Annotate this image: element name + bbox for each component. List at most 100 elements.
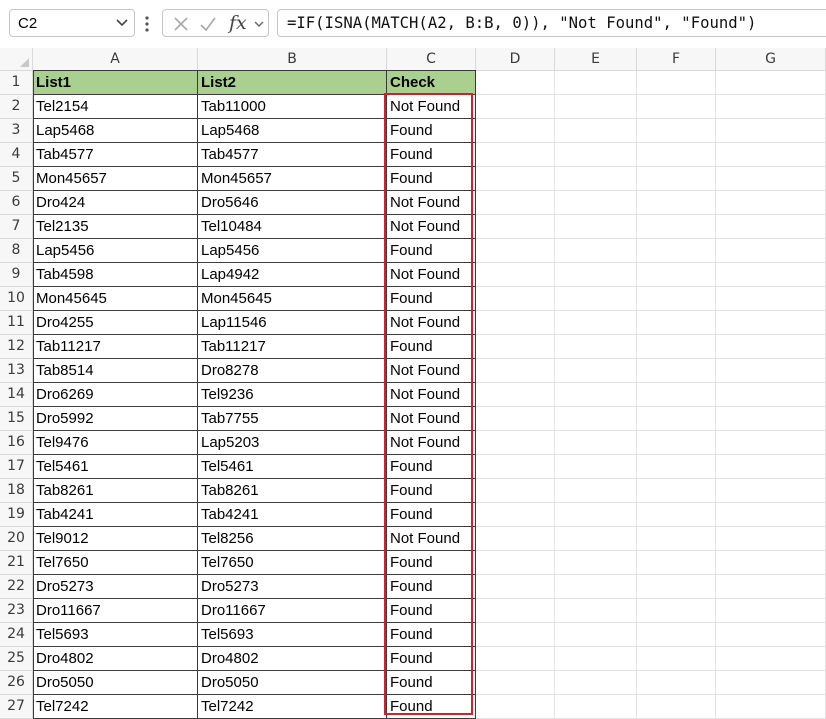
cell-b[interactable]: Mon45645: [198, 287, 387, 311]
empty-cell[interactable]: [476, 647, 555, 671]
empty-cell[interactable]: [716, 575, 826, 599]
cell-a[interactable]: Lap5456: [33, 239, 198, 263]
row-header[interactable]: 19: [0, 503, 33, 527]
empty-cell[interactable]: [476, 503, 555, 527]
empty-cell[interactable]: [555, 431, 637, 455]
empty-cell[interactable]: [476, 335, 555, 359]
empty-cell[interactable]: [476, 287, 555, 311]
empty-cell[interactable]: [716, 479, 826, 503]
empty-cell[interactable]: [555, 95, 637, 119]
close-icon[interactable]: [173, 16, 189, 32]
cell-b[interactable]: Tel5693: [198, 623, 387, 647]
empty-cell[interactable]: [716, 647, 826, 671]
cell-c[interactable]: Not Found: [387, 95, 476, 119]
cell-b[interactable]: Dro11667: [198, 599, 387, 623]
empty-cell[interactable]: [555, 311, 637, 335]
row-header[interactable]: 11: [0, 311, 33, 335]
cell-b[interactable]: Tab8261: [198, 479, 387, 503]
cell-c[interactable]: Not Found: [387, 311, 476, 335]
row-header[interactable]: 27: [0, 695, 33, 719]
empty-cell[interactable]: [716, 671, 826, 695]
cell-a[interactable]: Tel2154: [33, 95, 198, 119]
cell-c[interactable]: Found: [387, 119, 476, 143]
cell-b[interactable]: Mon45657: [198, 167, 387, 191]
name-box[interactable]: C2: [9, 9, 135, 37]
empty-cell[interactable]: [637, 623, 716, 647]
empty-cell[interactable]: [637, 551, 716, 575]
header-cell-a[interactable]: List1: [33, 71, 198, 95]
empty-cell[interactable]: [716, 95, 826, 119]
empty-cell[interactable]: [637, 287, 716, 311]
cell-c[interactable]: Not Found: [387, 263, 476, 287]
cell-a[interactable]: Tel5693: [33, 623, 198, 647]
cell-c[interactable]: Found: [387, 671, 476, 695]
empty-cell[interactable]: [476, 215, 555, 239]
cell-a[interactable]: Dro424: [33, 191, 198, 215]
chevron-down-icon[interactable]: [115, 18, 129, 28]
cell-c[interactable]: Found: [387, 335, 476, 359]
cell-a[interactable]: Tel2135: [33, 215, 198, 239]
empty-cell[interactable]: [716, 599, 826, 623]
empty-cell[interactable]: [716, 263, 826, 287]
column-header-c[interactable]: C: [387, 48, 476, 71]
cell-a[interactable]: Tab8261: [33, 479, 198, 503]
empty-cell[interactable]: [476, 191, 555, 215]
empty-cell[interactable]: [476, 143, 555, 167]
cell-a[interactable]: Tab11217: [33, 335, 198, 359]
cell-a[interactable]: Tel9476: [33, 431, 198, 455]
cell-b[interactable]: Lap4942: [198, 263, 387, 287]
empty-cell[interactable]: [555, 647, 637, 671]
row-header[interactable]: 3: [0, 119, 33, 143]
row-header[interactable]: 6: [0, 191, 33, 215]
empty-cell[interactable]: [555, 671, 637, 695]
row-header[interactable]: 12: [0, 335, 33, 359]
cell-b[interactable]: Tab4577: [198, 143, 387, 167]
empty-cell[interactable]: [555, 143, 637, 167]
cell-a[interactable]: Tab8514: [33, 359, 198, 383]
cell-b[interactable]: Tel8256: [198, 527, 387, 551]
empty-cell[interactable]: [637, 455, 716, 479]
empty-cell[interactable]: [476, 671, 555, 695]
cell-a[interactable]: Dro4255: [33, 311, 198, 335]
empty-cell[interactable]: [555, 215, 637, 239]
cell-a[interactable]: Tel9012: [33, 527, 198, 551]
cell-b[interactable]: Tab4241: [198, 503, 387, 527]
cell-b[interactable]: Tel5461: [198, 455, 387, 479]
empty-cell[interactable]: [476, 407, 555, 431]
empty-cell[interactable]: [716, 71, 826, 95]
empty-cell[interactable]: [555, 695, 637, 719]
cell-a[interactable]: Tab4598: [33, 263, 198, 287]
cell-a[interactable]: Tel7650: [33, 551, 198, 575]
empty-cell[interactable]: [476, 239, 555, 263]
empty-cell[interactable]: [476, 695, 555, 719]
row-header[interactable]: 24: [0, 623, 33, 647]
row-header[interactable]: 10: [0, 287, 33, 311]
empty-cell[interactable]: [637, 431, 716, 455]
empty-cell[interactable]: [555, 191, 637, 215]
cell-b[interactable]: Tel7242: [198, 695, 387, 719]
empty-cell[interactable]: [555, 623, 637, 647]
empty-cell[interactable]: [716, 215, 826, 239]
row-header[interactable]: 16: [0, 431, 33, 455]
cell-c[interactable]: Found: [387, 167, 476, 191]
empty-cell[interactable]: [637, 599, 716, 623]
empty-cell[interactable]: [637, 671, 716, 695]
empty-cell[interactable]: [716, 695, 826, 719]
empty-cell[interactable]: [637, 215, 716, 239]
header-cell-c[interactable]: Check: [387, 71, 476, 95]
empty-cell[interactable]: [637, 311, 716, 335]
cell-c[interactable]: Found: [387, 695, 476, 719]
cell-b[interactable]: Tab7755: [198, 407, 387, 431]
cell-a[interactable]: Tab4241: [33, 503, 198, 527]
header-cell-b[interactable]: List2: [198, 71, 387, 95]
cell-a[interactable]: Tel5461: [33, 455, 198, 479]
cell-c[interactable]: Found: [387, 551, 476, 575]
row-header[interactable]: 9: [0, 263, 33, 287]
cell-c[interactable]: Not Found: [387, 215, 476, 239]
row-header[interactable]: 14: [0, 383, 33, 407]
empty-cell[interactable]: [716, 623, 826, 647]
cell-c[interactable]: Not Found: [387, 191, 476, 215]
row-header[interactable]: 7: [0, 215, 33, 239]
empty-cell[interactable]: [555, 71, 637, 95]
empty-cell[interactable]: [476, 455, 555, 479]
